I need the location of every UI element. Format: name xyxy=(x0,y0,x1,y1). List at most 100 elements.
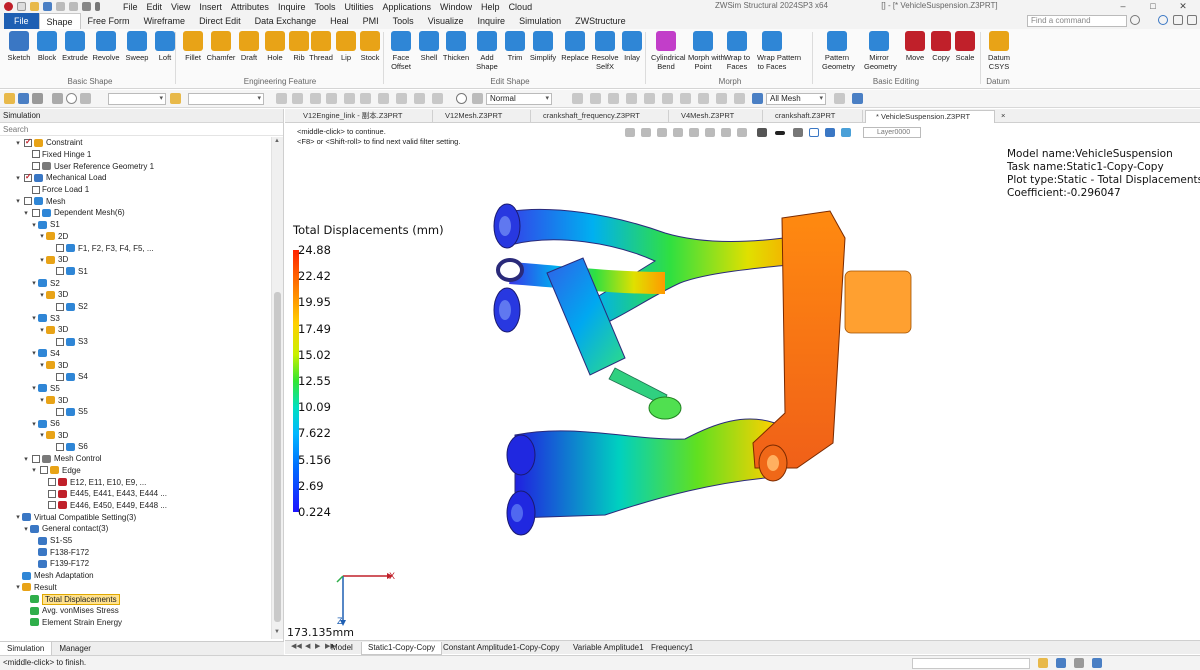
tree-node[interactable]: Fixed Hinge 1 xyxy=(22,149,91,161)
visibility-checkbox[interactable] xyxy=(48,501,56,510)
graphics-viewport[interactable]: <middle-click> to continue. <F8> or <Shi… xyxy=(285,123,1200,640)
expand-arrow-icon[interactable]: ▾ xyxy=(30,349,38,357)
visibility-checkbox[interactable] xyxy=(56,337,64,346)
sheet-tab-variable-amplitude1[interactable]: Variable Amplitude1 xyxy=(567,642,650,654)
ribbon-tab-data-exchange[interactable]: Data Exchange xyxy=(248,13,324,29)
ribbon-tab-zwstructure[interactable]: ZWStructure xyxy=(568,13,633,29)
first-sheet-icon[interactable]: ◀◀ xyxy=(291,642,302,650)
document-tab-crankshaft-frequency-z3prt[interactable]: crankshaft_frequency.Z3PRT xyxy=(533,110,669,123)
tree-node[interactable]: F1, F2, F3, F4, F5, ... xyxy=(46,242,154,254)
undo-icon[interactable] xyxy=(56,2,65,11)
tree-node[interactable]: Total Displacements xyxy=(22,593,120,605)
toolbar-icon-n[interactable] xyxy=(608,93,619,104)
visibility-checkbox[interactable] xyxy=(56,244,64,253)
visibility-checkbox[interactable] xyxy=(24,137,32,147)
tree-node[interactable]: ▾ 3D xyxy=(38,430,68,442)
expand-arrow-icon[interactable]: ▾ xyxy=(14,197,22,205)
menu-view[interactable]: View xyxy=(171,2,190,12)
toolbar-icon-m[interactable] xyxy=(590,93,601,104)
visibility-checkbox[interactable] xyxy=(56,372,64,381)
expand-arrow-icon[interactable]: ▾ xyxy=(38,326,46,334)
document-tab-v12engine-link-z3prt[interactable]: V12Engine_link - 副本.Z3PRT xyxy=(293,110,433,123)
entity-combo[interactable]: ▾ xyxy=(188,93,264,105)
maximize-button[interactable]: □ xyxy=(1138,0,1168,13)
tool-revolve-button[interactable]: Revolve xyxy=(91,31,121,62)
minimize-button[interactable]: – xyxy=(1108,0,1138,13)
menu-attributes[interactable]: Attributes xyxy=(231,2,269,12)
visibility-checkbox[interactable] xyxy=(56,407,64,416)
toolbar-icon-b[interactable] xyxy=(292,93,303,104)
mesh-display-icon[interactable] xyxy=(752,93,763,104)
tool-add-shape-button[interactable]: Add Shape xyxy=(472,31,502,71)
ribbon-tab-heal[interactable]: Heal xyxy=(323,13,356,29)
visibility-checkbox[interactable] xyxy=(24,197,32,206)
mesh-filter-combo[interactable]: All Mesh ▾ xyxy=(766,93,826,105)
tree-node[interactable]: ▾ Result xyxy=(14,582,56,594)
toolbar-icon-o[interactable] xyxy=(626,93,637,104)
tree-node[interactable]: ▾ S1 xyxy=(30,219,60,231)
tree-node[interactable]: S1-S5 xyxy=(30,535,72,547)
dropdown-icon[interactable] xyxy=(95,2,100,11)
expand-arrow-icon[interactable]: ▾ xyxy=(14,583,22,591)
tree-node[interactable]: ▾ Dependent Mesh(6) xyxy=(22,207,124,219)
tree-node[interactable]: Force Load 1 xyxy=(22,184,89,196)
tree-node[interactable]: ▾ Mesh Control xyxy=(22,453,101,465)
toolbar-icon-q[interactable] xyxy=(662,93,673,104)
expand-arrow-icon[interactable]: ▾ xyxy=(14,174,22,182)
status-tool-icon[interactable] xyxy=(1038,658,1048,668)
tool-block-button[interactable]: Block xyxy=(32,31,62,62)
toolbar-icon-w[interactable] xyxy=(852,93,863,104)
ribbon-tab-shape[interactable]: Shape xyxy=(38,13,81,29)
menu-insert[interactable]: Insert xyxy=(199,2,222,12)
toolbar-icon-v[interactable] xyxy=(834,93,845,104)
expand-arrow-icon[interactable]: ▾ xyxy=(30,314,38,322)
tool-pattern-geometry-button[interactable]: Pattern Geometry xyxy=(822,31,855,71)
expand-arrow-icon[interactable]: ▾ xyxy=(38,431,46,439)
tree-node[interactable]: E446, E450, E449, E448 ... xyxy=(38,500,167,512)
tree-node[interactable]: S6 xyxy=(46,441,88,453)
tree-node[interactable]: ▾ 3D xyxy=(38,359,68,371)
tree-search-input[interactable]: Search xyxy=(0,123,283,136)
toolbar-icon-i[interactable] xyxy=(414,93,425,104)
tree-node[interactable]: ▾ S2 xyxy=(30,277,60,289)
toolbar-icon-c[interactable] xyxy=(310,93,321,104)
tool-thicken-button[interactable]: Thicken xyxy=(441,31,471,62)
tree-node[interactable]: ▾ S5 xyxy=(30,383,60,395)
menu-cloud[interactable]: Cloud xyxy=(509,2,533,12)
ribbon-tab-free-form[interactable]: Free Form xyxy=(81,13,137,29)
ribbon-tab-file[interactable]: File xyxy=(4,13,39,29)
close-document-icon[interactable]: × xyxy=(997,110,1015,123)
tree-node[interactable]: ▾ 2D xyxy=(38,231,68,243)
expand-arrow-icon[interactable]: ▾ xyxy=(38,291,46,299)
options-icon[interactable] xyxy=(1173,15,1183,25)
sheet-tab-constant-amplitude1-copy-copy[interactable]: Constant Amplitude1-Copy-Copy xyxy=(437,642,566,654)
tree-node[interactable]: ▾ Mechanical Load xyxy=(14,172,106,184)
snap-icon[interactable] xyxy=(170,93,181,104)
document-tab-v4mesh-z3prt[interactable]: V4Mesh.Z3PRT xyxy=(671,110,763,123)
tree-node[interactable]: ▾ Mesh xyxy=(14,196,65,208)
tree-node[interactable]: E12, E11, E10, E9, ... xyxy=(38,476,146,488)
circle-select-icon[interactable] xyxy=(66,93,77,104)
filter-mode-combo[interactable]: Normal ▾ xyxy=(486,93,552,105)
tool-scale-button[interactable]: Scale xyxy=(950,31,980,62)
tree-node[interactable]: ▾ S4 xyxy=(30,348,60,360)
visibility-checkbox[interactable] xyxy=(24,172,32,182)
expand-arrow-icon[interactable]: ▾ xyxy=(30,420,38,428)
expand-arrow-icon[interactable]: ▾ xyxy=(30,279,38,287)
tool-morph-with-point-button[interactable]: Morph with Point xyxy=(688,31,725,71)
toolbar-icon-r[interactable] xyxy=(680,93,691,104)
tree-node[interactable]: E445, E441, E443, E444 ... xyxy=(38,488,167,500)
toolbar-icon-s[interactable] xyxy=(698,93,709,104)
toolbar-icon-j[interactable] xyxy=(432,93,443,104)
save-icon[interactable] xyxy=(43,2,52,11)
visibility-checkbox[interactable] xyxy=(56,302,64,311)
suspension-model[interactable] xyxy=(285,123,1200,640)
toolbar-icon-d[interactable] xyxy=(326,93,337,104)
menu-window[interactable]: Window xyxy=(440,2,472,12)
tool-datum-csys-button[interactable]: Datum CSYS xyxy=(984,31,1014,71)
expand-arrow-icon[interactable]: ▾ xyxy=(30,221,38,229)
tree-node[interactable]: ▾ Virtual Compatible Setting(3) xyxy=(14,511,136,523)
scroll-up-icon[interactable]: ▲ xyxy=(274,138,280,144)
tool-wrap-pattern-to-faces-button[interactable]: Wrap Pattern to Faces xyxy=(757,31,801,71)
menu-applications[interactable]: Applications xyxy=(383,2,432,12)
